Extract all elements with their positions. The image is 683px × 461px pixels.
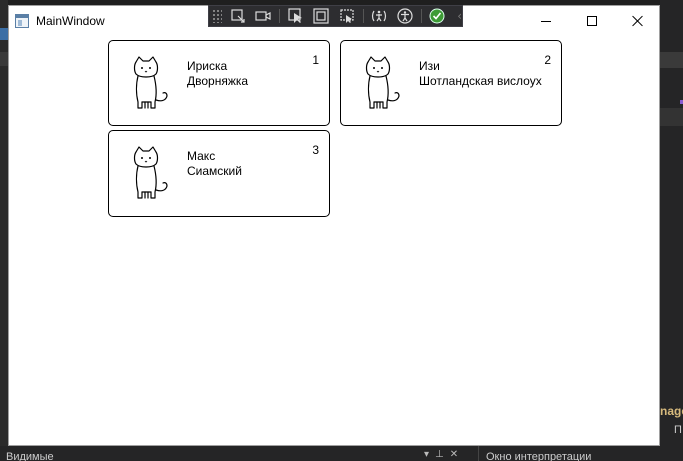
cat-name: Ириска [187,59,228,73]
minimize-icon [541,20,551,22]
accessibility-checker-icon[interactable] [370,7,390,25]
accessibility-icon[interactable] [395,7,415,25]
record-icon[interactable] [253,7,273,25]
cat-name: Изи [419,59,440,73]
ide-bottom-panels: Видимые ▾⊥✕ Окно интерпретации [0,446,683,461]
cat-breed: Шотландская вислоух [419,74,542,88]
ide-right-block [660,108,683,126]
toolbar-separator [362,9,364,23]
ide-panel-title-immediate[interactable]: Окно интерпретации [486,451,591,461]
cat-icon [133,56,168,109]
toolbar-separator [420,9,422,23]
ide-right-text-fragment: П [674,424,682,436]
main-window: MainWindow Ириска Дворняжка 1 Изи Шотлан… [8,5,660,446]
pin-icon[interactable]: ⊥ [435,449,450,460]
app-window-icon[interactable] [15,14,29,28]
ide-left-accent [0,28,8,40]
cat-icon [365,56,400,109]
cat-breed: Сиамский [187,164,242,178]
maximize-button[interactable] [569,6,615,36]
minimize-button[interactable] [523,6,569,36]
binding-success-icon[interactable] [428,7,448,25]
cat-number: 2 [544,53,551,67]
display-layout-icon[interactable] [311,7,331,25]
ide-left-tab[interactable] [0,52,8,66]
ide-right-text-fragment: nage [660,404,683,418]
ide-panel-controls[interactable]: ▾⊥✕ [424,449,464,460]
ide-right-block [660,52,683,68]
collapse-chevron-icon[interactable]: ‹ [457,9,462,23]
close-icon[interactable]: ✕ [450,449,464,460]
cat-breed: Дворняжка [187,74,249,88]
close-icon [632,15,644,27]
cat-number: 3 [312,143,319,157]
cat-icon [133,146,168,199]
maximize-icon [587,16,597,26]
track-focus-icon[interactable] [337,7,357,25]
toolbar-grip[interactable] [212,9,222,23]
toolbar-separator [278,9,280,23]
ide-panel-title-watch[interactable]: Видимые [6,451,54,461]
dropdown-icon[interactable]: ▾ [424,449,435,460]
cat-name: Макс [187,149,216,163]
close-button[interactable] [615,6,661,36]
ide-left-panel [0,0,8,461]
ide-right-panel: nage П [660,0,683,461]
cat-number: 1 [312,53,319,67]
window-title: MainWindow [36,14,105,28]
cat-card[interactable]: Изи Шотландская вислоух 2 [340,40,562,126]
cat-card[interactable]: Ириска Дворняжка 1 [108,40,330,126]
select-element-icon[interactable] [228,7,248,25]
pointer-select-icon[interactable] [286,7,306,25]
ide-panel-divider [478,446,479,461]
xaml-debug-toolbar: ‹ [208,5,463,27]
cat-card[interactable]: Макс Сиамский 3 [108,130,330,217]
